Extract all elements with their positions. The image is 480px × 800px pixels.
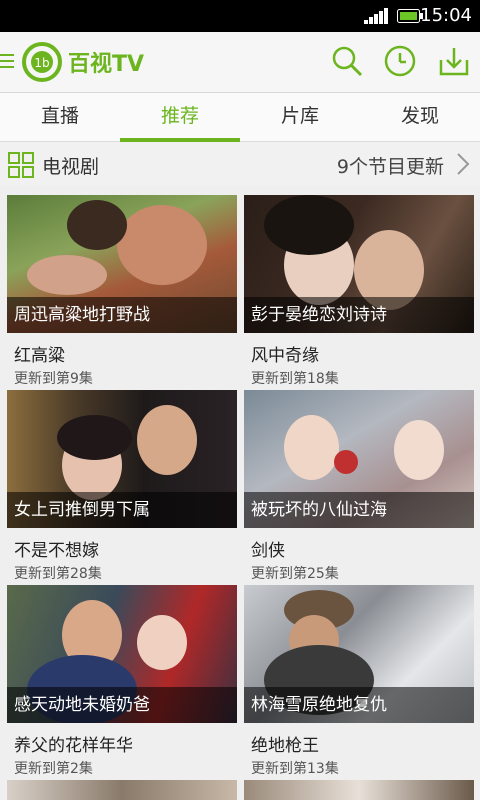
show-thumbnail[interactable]: 周迅高粱地打野战 xyxy=(7,195,237,333)
show-overlay-caption: 女上司推倒男下属 xyxy=(7,492,237,528)
show-card[interactable]: 被玩坏的八仙过海 剑侠 更新到第25集 xyxy=(244,390,474,583)
svg-text:1b: 1b xyxy=(34,56,49,70)
show-overlay-caption: 周迅高粱地打野战 xyxy=(7,297,237,333)
history-icon[interactable] xyxy=(383,44,417,78)
show-title: 剑侠 xyxy=(251,541,285,561)
app-name: 百视TV xyxy=(68,52,145,77)
battery-icon xyxy=(397,9,423,23)
update-count: 9个节目更新 xyxy=(336,156,444,178)
download-icon[interactable] xyxy=(437,44,471,78)
show-thumbnail-partial[interactable] xyxy=(7,780,237,800)
status-bar: 15:04 xyxy=(0,0,480,32)
show-overlay-caption: 被玩坏的八仙过海 xyxy=(244,492,474,528)
logo-icon: 1b xyxy=(22,42,62,82)
show-title: 绝地枪王 xyxy=(251,736,319,756)
show-card[interactable]: 林海雪原绝地复仇 绝地枪王 更新到第13集 xyxy=(244,585,474,778)
show-card[interactable]: 彭于晏绝恋刘诗诗 风中奇缘 更新到第18集 xyxy=(244,195,474,388)
section-header-tv[interactable]: 电视剧 9个节目更新 xyxy=(0,142,480,186)
tab-recommend[interactable]: 推荐 xyxy=(120,93,240,142)
show-card[interactable]: 感天动地未婚奶爸 养父的花样年华 更新到第2集 xyxy=(7,585,237,778)
show-title: 红高粱 xyxy=(14,346,65,366)
show-overlay-caption: 感天动地未婚奶爸 xyxy=(7,687,237,723)
show-thumbnail[interactable]: 被玩坏的八仙过海 xyxy=(244,390,474,528)
show-thumbnail[interactable]: 感天动地未婚奶爸 xyxy=(7,585,237,723)
show-card[interactable]: 女上司推倒男下属 不是不想嫁 更新到第28集 xyxy=(7,390,237,583)
show-episode: 更新到第9集 xyxy=(14,371,93,387)
show-thumbnail[interactable]: 女上司推倒男下属 xyxy=(7,390,237,528)
show-title: 养父的花样年华 xyxy=(14,736,133,756)
app-header: 1b 百视TV xyxy=(0,32,480,93)
show-episode: 更新到第18集 xyxy=(251,371,339,387)
show-title: 风中奇缘 xyxy=(251,346,319,366)
show-episode: 更新到第2集 xyxy=(14,761,93,777)
show-episode: 更新到第25集 xyxy=(251,566,339,582)
show-card[interactable]: 周迅高粱地打野战 红高粱 更新到第9集 xyxy=(7,195,237,388)
tab-discover[interactable]: 发现 xyxy=(360,93,480,141)
show-thumbnail[interactable]: 彭于晏绝恋刘诗诗 xyxy=(244,195,474,333)
show-thumbnail-partial[interactable] xyxy=(244,780,474,800)
tab-library[interactable]: 片库 xyxy=(240,93,360,141)
show-episode: 更新到第28集 xyxy=(14,566,102,582)
clock-time: 15:04 xyxy=(420,5,472,26)
show-thumbnail[interactable]: 林海雪原绝地复仇 xyxy=(244,585,474,723)
grid-icon xyxy=(8,152,34,178)
search-icon[interactable] xyxy=(330,44,364,78)
menu-icon[interactable] xyxy=(0,52,14,70)
chevron-right-icon[interactable] xyxy=(456,152,470,176)
show-episode: 更新到第13集 xyxy=(251,761,339,777)
show-overlay-caption: 林海雪原绝地复仇 xyxy=(244,687,474,723)
show-title: 不是不想嫁 xyxy=(14,541,99,561)
tab-live[interactable]: 直播 xyxy=(0,93,120,141)
show-overlay-caption: 彭于晏绝恋刘诗诗 xyxy=(244,297,474,333)
signal-icon xyxy=(364,8,388,24)
tab-bar: 直播 推荐 片库 发现 xyxy=(0,93,480,142)
section-title: 电视剧 xyxy=(42,156,100,178)
